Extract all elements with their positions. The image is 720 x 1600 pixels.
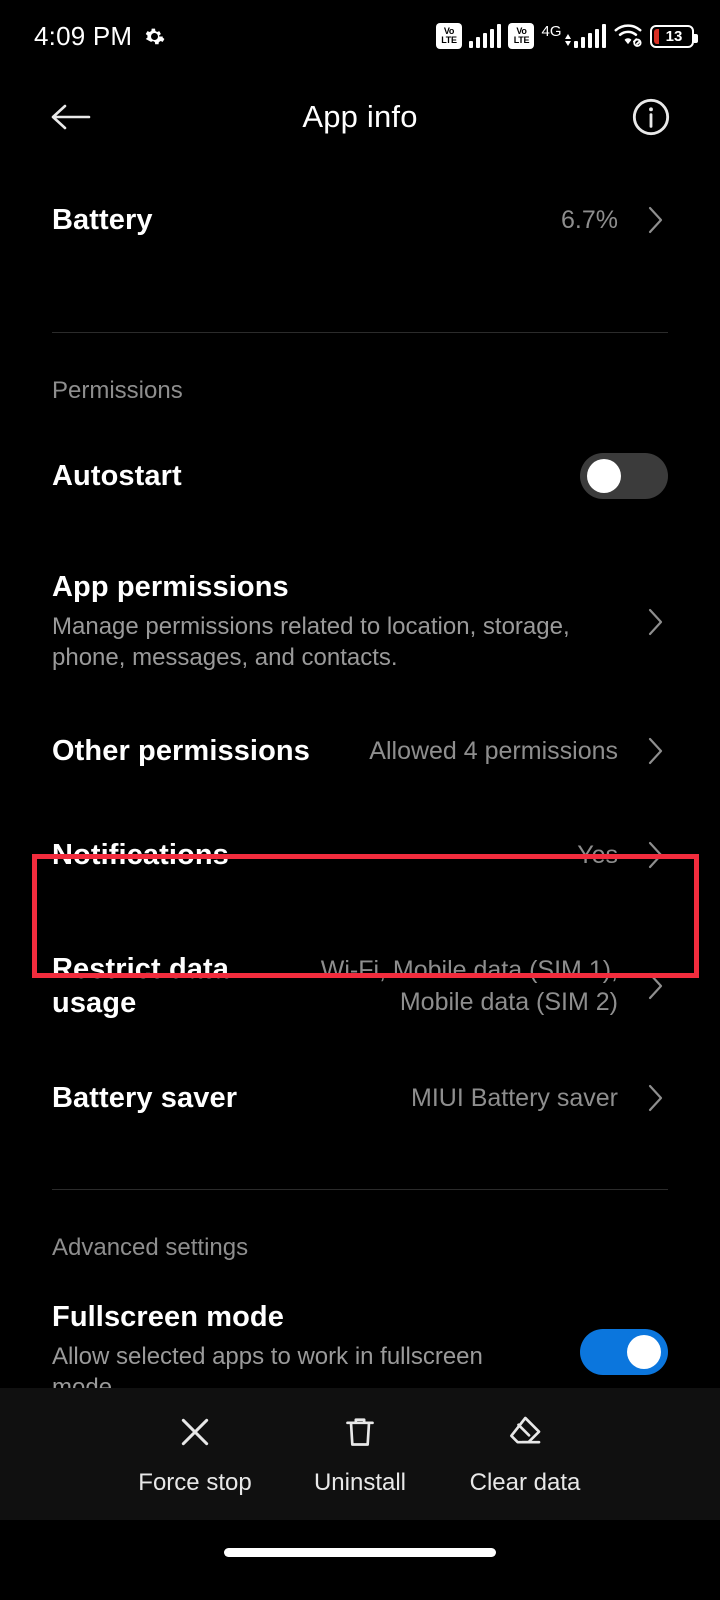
mobile-data-4g-indicator: 4G xyxy=(541,24,606,48)
autostart-toggle[interactable] xyxy=(580,453,668,499)
row-fullscreen-mode-title: Fullscreen mode xyxy=(52,1301,284,1334)
chevron-right-icon xyxy=(642,735,668,767)
back-button[interactable] xyxy=(40,86,102,148)
eraser-icon xyxy=(505,1412,545,1457)
row-app-permissions-main: App permissions Manage permissions relat… xyxy=(52,570,597,674)
volte-sim1-icon: Vo LTE xyxy=(435,23,462,49)
row-restrict-data-usage-title: Restrict data usage xyxy=(52,952,229,1019)
status-bar-clock: 4:09 PM xyxy=(34,20,133,51)
toggle-knob xyxy=(627,1335,661,1369)
gear-icon xyxy=(144,26,165,47)
info-button[interactable] xyxy=(624,90,678,144)
row-other-permissions-main: Other permissions xyxy=(52,734,351,768)
chevron-right-icon xyxy=(642,204,668,236)
data-transfer-arrows-icon xyxy=(564,34,571,46)
battery-icon: 13 xyxy=(650,24,698,48)
status-bar-right: Vo LTE Vo LTE 4G 13 xyxy=(435,23,698,49)
bottom-action-bar: Force stop Uninstall Clear data xyxy=(0,1388,720,1520)
section-label-advanced-settings: Advanced settings xyxy=(52,1234,249,1261)
row-battery-main: Battery xyxy=(52,203,543,237)
uninstall-label: Uninstall xyxy=(313,1468,407,1496)
row-other-permissions-title: Other permissions xyxy=(52,734,310,767)
clear-data-label: Clear data xyxy=(469,1468,581,1496)
chevron-right-icon xyxy=(642,839,668,871)
row-restrict-data-usage[interactable]: Restrict data usage Wi-Fi, Mobile data (… xyxy=(0,931,720,1041)
row-restrict-data-usage-main: Restrict data usage xyxy=(52,952,300,1020)
row-app-permissions[interactable]: App permissions Manage permissions relat… xyxy=(0,563,720,681)
row-battery-saver-value: MIUI Battery saver xyxy=(411,1083,618,1112)
row-app-permissions-title: App permissions xyxy=(52,571,289,604)
battery-percent-text: 13 xyxy=(665,27,683,45)
app-info-screen: 4:09 PM Vo LTE Vo LTE 4G 13 App info Bat… xyxy=(0,0,720,1600)
home-indicator[interactable] xyxy=(224,1547,496,1557)
battery-fill xyxy=(654,28,659,44)
app-bar: App info xyxy=(0,78,720,156)
section-label-permissions: Permissions xyxy=(52,377,183,404)
row-battery-saver-title: Battery saver xyxy=(52,1081,238,1114)
force-stop-button[interactable]: Force stop xyxy=(113,1412,278,1497)
row-app-permissions-subtitle: Manage permissions related to location, … xyxy=(52,613,570,672)
status-bar-left: 4:09 PM xyxy=(34,21,165,52)
row-notifications[interactable]: Notifications Yes xyxy=(0,827,720,883)
chevron-right-icon xyxy=(642,970,668,1002)
uninstall-button[interactable]: Uninstall xyxy=(278,1412,443,1497)
toggle-knob xyxy=(587,459,621,493)
row-autostart[interactable]: Autostart xyxy=(0,447,720,505)
row-notifications-value: Yes xyxy=(577,840,618,869)
clear-data-button[interactable]: Clear data xyxy=(443,1412,608,1497)
chevron-right-icon xyxy=(642,606,668,638)
row-battery-title: Battery xyxy=(52,203,153,236)
signal-bars-sim1-icon xyxy=(468,24,502,48)
volte-sim2-icon: Vo LTE xyxy=(508,23,535,49)
page-title: App info xyxy=(302,99,418,134)
row-notifications-main: Notifications xyxy=(52,838,559,872)
signal-bars-sim2-icon xyxy=(573,24,606,48)
row-notifications-title: Notifications xyxy=(52,838,229,871)
volte-bottom-text: LTE xyxy=(441,35,457,45)
row-autostart-title: Autostart xyxy=(52,459,182,492)
chevron-right-icon xyxy=(642,1082,668,1114)
settings-list[interactable]: Battery 6.7% Permissions Autostart App p… xyxy=(0,172,720,1412)
row-other-permissions[interactable]: Other permissions Allowed 4 permissions xyxy=(0,723,720,779)
row-battery-saver[interactable]: Battery saver MIUI Battery saver xyxy=(0,1069,720,1127)
system-navigation-bar xyxy=(0,1520,720,1600)
row-battery[interactable]: Battery 6.7% xyxy=(0,172,720,268)
wifi-icon xyxy=(613,24,643,48)
network-type-label: 4G xyxy=(541,23,562,40)
row-restrict-data-usage-value: Wi-Fi, Mobile data (SIM 1), Mobile data … xyxy=(320,955,618,1017)
status-bar: 4:09 PM Vo LTE Vo LTE 4G 13 xyxy=(0,0,720,72)
volte-bottom-text: LTE xyxy=(513,35,530,45)
row-other-permissions-value: Allowed 4 permissions xyxy=(369,736,618,765)
row-battery-saver-main: Battery saver xyxy=(52,1081,393,1115)
row-autostart-main: Autostart xyxy=(52,459,562,493)
trash-icon xyxy=(340,1412,380,1457)
close-x-icon xyxy=(175,1412,215,1457)
row-battery-value: 6.7% xyxy=(561,205,618,234)
fullscreen-mode-toggle[interactable] xyxy=(580,1329,668,1375)
force-stop-label: Force stop xyxy=(138,1468,252,1496)
